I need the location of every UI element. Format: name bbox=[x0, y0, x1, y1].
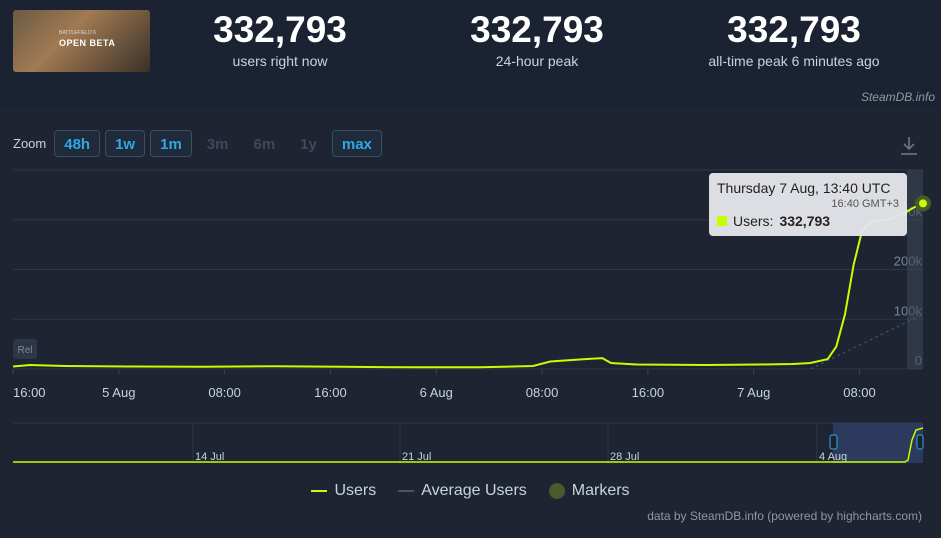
tooltip-local-time: 16:40 GMT+3 bbox=[831, 198, 899, 210]
zoom-1y-button: 1y bbox=[300, 135, 317, 153]
x-tick-label: 6 Aug bbox=[420, 385, 453, 400]
stat-all-time-peak: 332,793 all-time peak 6 minutes ago bbox=[694, 8, 894, 70]
x-tick-label: 08:00 bbox=[843, 385, 876, 400]
stats-header: BATTLEFIELD 6 OPEN BETA 332,793 users ri… bbox=[0, 0, 941, 88]
marker-label: Rel bbox=[17, 345, 32, 356]
zoom-6m-button: 6m bbox=[253, 135, 276, 153]
zoom-48h-button[interactable]: 48h bbox=[54, 129, 101, 157]
x-tick-label: 5 Aug bbox=[102, 385, 135, 400]
legend-users[interactable]: Users bbox=[311, 482, 376, 500]
legend-users-swatch bbox=[311, 490, 328, 492]
x-axis-ticks: 16:00 5 Aug 08:00 16:00 6 Aug 08:00 16:00 7 Aug… bbox=[12, 369, 876, 400]
tooltip-value-row: Users: 332,793 bbox=[717, 213, 830, 229]
thumbnail-title: OPEN BETA bbox=[59, 38, 116, 48]
x-tick-label: 7 Aug bbox=[737, 385, 770, 400]
zoom-controls: Zoom 48h 1w 1m 3m 6m 1y max bbox=[13, 128, 382, 158]
game-thumbnail[interactable]: BATTLEFIELD 6 OPEN BETA bbox=[13, 10, 150, 72]
stat-24h-peak-label: 24-hour peak bbox=[495, 53, 579, 69]
stat-24h-peak-value: 332,793 bbox=[470, 9, 604, 50]
download-icon[interactable] bbox=[899, 135, 919, 157]
navigator-tick-label: 21 Jul bbox=[402, 451, 431, 463]
stat-24h-peak: 332,793 24-hour peak bbox=[437, 8, 637, 70]
navigator-right-handle bbox=[916, 434, 924, 450]
legend-markers-label: Markers bbox=[571, 482, 630, 499]
stat-all-time-peak-label: all-time peak 6 minutes ago bbox=[708, 53, 880, 69]
legend-average-swatch bbox=[398, 490, 415, 492]
legend-users-label: Users bbox=[334, 482, 377, 499]
zoom-label: Zoom bbox=[13, 135, 47, 151]
tooltip-series-swatch bbox=[717, 216, 727, 226]
legend-average-users[interactable]: Average Users bbox=[398, 482, 527, 500]
legend-markers[interactable]: Markers bbox=[548, 482, 630, 500]
navigator-tick-label: 14 Jul bbox=[195, 451, 224, 463]
tooltip-date: Thursday 7 Aug, 13:40 UTC bbox=[717, 180, 891, 196]
navigator-series-line bbox=[13, 427, 924, 463]
x-tick-label: 16:00 bbox=[13, 385, 46, 400]
zoom-1w-button[interactable]: 1w bbox=[105, 129, 146, 157]
navigator[interactable]: 14 Jul 21 Jul 28 Jul 4 Aug bbox=[13, 422, 924, 463]
stat-all-time-peak-value: 332,793 bbox=[727, 9, 861, 50]
x-tick-label: 08:00 bbox=[526, 385, 559, 400]
average-users-line bbox=[810, 313, 924, 370]
thumbnail-subtitle: BATTLEFIELD 6 bbox=[59, 30, 96, 36]
brand-label[interactable]: SteamDB.info bbox=[861, 90, 935, 104]
x-tick-label: 16:00 bbox=[632, 385, 665, 400]
chart-tooltip: Thursday 7 Aug, 13:40 UTC 16:40 GMT+3 Us… bbox=[709, 173, 907, 236]
zoom-max-button[interactable]: max bbox=[331, 129, 382, 157]
tooltip-value: 332,793 bbox=[779, 213, 831, 229]
legend-average-label: Average Users bbox=[421, 482, 527, 499]
x-tick-label: 16:00 bbox=[314, 385, 347, 400]
zoom-3m-button: 3m bbox=[206, 135, 229, 153]
stat-current-label: users right now bbox=[232, 53, 328, 69]
legend-markers-swatch bbox=[548, 483, 565, 499]
tooltip-series-label: Users: bbox=[733, 213, 774, 229]
zoom-1m-button[interactable]: 1m bbox=[150, 129, 192, 157]
x-tick-label: 08:00 bbox=[208, 385, 241, 400]
navigator-tick-label: 28 Jul bbox=[610, 451, 639, 463]
hover-point bbox=[919, 199, 927, 208]
stat-current-value: 332,793 bbox=[213, 9, 347, 50]
navigator-left-handle bbox=[829, 434, 838, 450]
release-marker[interactable]: Rel bbox=[13, 339, 37, 359]
chart-legend: Users Average Users Markers bbox=[0, 482, 941, 500]
stat-current: 332,793 users right now bbox=[180, 8, 380, 70]
chart-credit[interactable]: data by SteamDB.info (powered by highcha… bbox=[647, 509, 922, 523]
navigator-tick-label: 4 Aug bbox=[819, 451, 847, 463]
